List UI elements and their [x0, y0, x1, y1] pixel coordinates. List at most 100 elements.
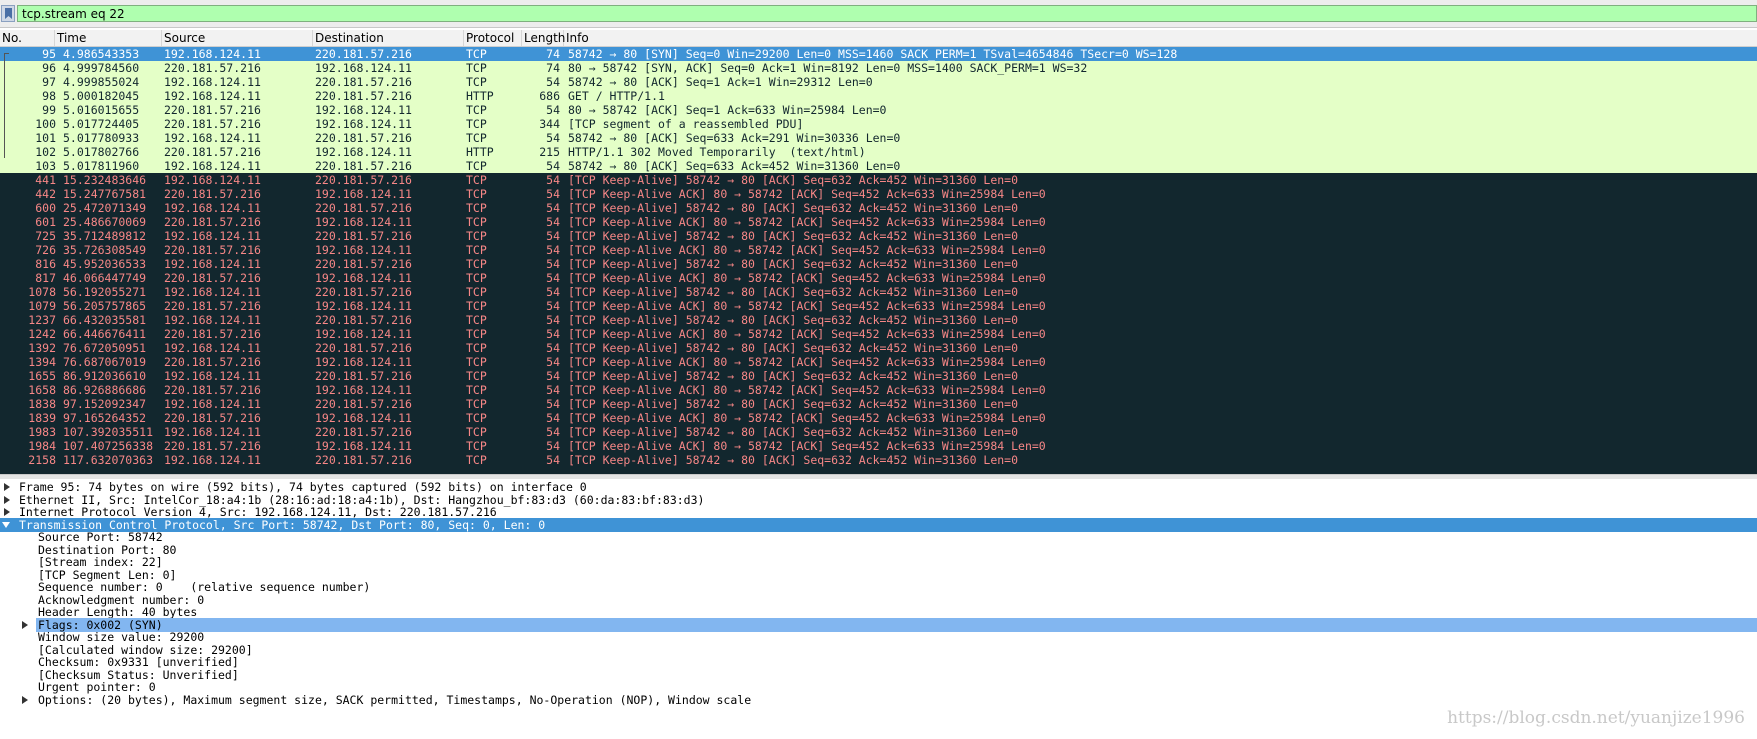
- packet-cell-proto: TCP: [466, 439, 487, 453]
- packet-cell-no: 1392: [28, 341, 56, 355]
- packet-cell-dst: 192.168.124.11: [315, 355, 412, 369]
- column-header-destination[interactable]: Destination: [313, 30, 464, 46]
- packet-cell-info: 58742 → 80 [ACK] Seq=633 Ack=291 Win=303…: [568, 131, 901, 145]
- display-filter-input[interactable]: [17, 5, 1757, 22]
- packet-row[interactable]: 1983 107.392035511 192.168.124.11 220.181.5…: [0, 425, 1757, 439]
- packet-cell-dst: 220.181.57.216: [315, 173, 412, 187]
- packet-cell-len: 54: [546, 313, 560, 327]
- packet-row[interactable]: 1392 76.672050951 192.168.124.11 220.181.57…: [0, 341, 1757, 355]
- packet-row[interactable]: 103 5.017811960 192.168.124.11 220.181.57.2…: [0, 159, 1757, 173]
- packet-cell-time: 5.017802766: [63, 145, 140, 159]
- packet-cell-info: GET / HTTP/1.1: [568, 89, 665, 103]
- packet-row[interactable]: 101 5.017780933 192.168.124.11 220.181.57.2…: [0, 131, 1757, 145]
- column-header-source[interactable]: Source: [162, 30, 313, 46]
- packet-row[interactable]: 600 25.472071349 192.168.124.11 220.181.57.…: [0, 201, 1757, 215]
- packet-row[interactable]: 1394 76.687067019 220.181.57.216 192.168.12…: [0, 355, 1757, 369]
- packet-row[interactable]: 1984 107.407256338 220.181.57.216 192.168.1…: [0, 439, 1757, 453]
- packet-cell-no: 99: [42, 103, 56, 117]
- packet-cell-dst: 192.168.124.11: [315, 103, 412, 117]
- packet-cell-proto: TCP: [466, 271, 487, 285]
- packet-row[interactable]: 102 5.017802766 220.181.57.216 192.168.124.…: [0, 145, 1757, 159]
- packet-cell-no: 98: [42, 89, 56, 103]
- packet-cell-len: 74: [546, 61, 560, 75]
- expand-arrow-icon[interactable]: [4, 508, 10, 516]
- detail-tree-item[interactable]: Options: (20 bytes), Maximum segment siz…: [0, 693, 1757, 707]
- packet-cell-time: 4.999855024: [63, 75, 140, 89]
- packet-cell-proto: TCP: [466, 201, 487, 215]
- packet-row[interactable]: 817 46.066447749 220.181.57.216 192.168.124…: [0, 271, 1757, 285]
- packet-row[interactable]: 100 5.017724405 220.181.57.216 192.168.124.…: [0, 117, 1757, 131]
- expand-arrow-icon[interactable]: [22, 620, 28, 629]
- packet-row[interactable]: 1655 86.912036610 192.168.124.11 220.181.57…: [0, 369, 1757, 383]
- column-header-info[interactable]: Info: [564, 30, 1757, 46]
- packet-cell-len: 54: [546, 355, 560, 369]
- packet-cell-dst: 220.181.57.216: [315, 201, 412, 215]
- packet-cell-no: 1983: [28, 425, 56, 439]
- packet-row[interactable]: 97 4.999855024 192.168.124.11 220.181.57.21…: [0, 75, 1757, 89]
- packet-cell-dst: 192.168.124.11: [315, 411, 412, 425]
- packet-row[interactable]: 1078 56.192055271 192.168.124.11 220.181.57…: [0, 285, 1757, 299]
- packet-cell-dst: 220.181.57.216: [315, 89, 412, 103]
- packet-cell-src: 192.168.124.11: [164, 285, 261, 299]
- packet-details-tree[interactable]: Frame 95: 74 bytes on wire (592 bits), 7…: [0, 479, 1757, 739]
- packet-cell-dst: 192.168.124.11: [315, 215, 412, 229]
- packet-row[interactable]: 1242 66.446676411 220.181.57.216 192.168.12…: [0, 327, 1757, 341]
- packet-cell-src: 220.181.57.216: [164, 355, 261, 369]
- packet-cell-time: 117.632070363: [63, 453, 154, 467]
- packet-cell-src: 192.168.124.11: [164, 201, 261, 215]
- packet-row[interactable]: 442 15.247767581 220.181.57.216 192.168.124…: [0, 187, 1757, 201]
- packet-list[interactable]: 95 4.986543353 192.168.124.11 220.181.57.21…: [0, 47, 1757, 474]
- packet-cell-dst: 220.181.57.216: [315, 229, 412, 243]
- packet-cell-no: 102: [35, 145, 56, 159]
- column-header-length[interactable]: Length: [522, 30, 565, 46]
- packet-row[interactable]: 2158 117.632070363 192.168.124.11 220.181.5…: [0, 453, 1757, 467]
- packet-row[interactable]: 98 5.000182045 192.168.124.11 220.181.57.21…: [0, 89, 1757, 103]
- packet-row[interactable]: 816 45.952036533 192.168.124.11 220.181.57.…: [0, 257, 1757, 271]
- collapse-arrow-icon[interactable]: [2, 521, 10, 528]
- packet-row[interactable]: 725 35.712489812 192.168.124.11 220.181.57.…: [0, 229, 1757, 243]
- packet-cell-src: 192.168.124.11: [164, 131, 261, 145]
- display-filter-toolbar: [0, 0, 1757, 28]
- packet-row[interactable]: 441 15.232483646 192.168.124.11 220.181.57.…: [0, 173, 1757, 187]
- packet-cell-proto: TCP: [466, 103, 487, 117]
- packet-cell-len: 54: [546, 285, 560, 299]
- packet-row[interactable]: 1079 56.205757865 220.181.57.216 192.168.12…: [0, 299, 1757, 313]
- packet-cell-time: 25.472071349: [63, 201, 147, 215]
- packet-cell-time: 66.432035581: [63, 313, 147, 327]
- packet-cell-len: 54: [546, 397, 560, 411]
- packet-cell-info: [TCP segment of a reassembled PDU]: [568, 117, 804, 131]
- packet-row[interactable]: 95 4.986543353 192.168.124.11 220.181.57.21…: [0, 47, 1757, 61]
- packet-cell-info: 58742 → 80 [ACK] Seq=1 Ack=1 Win=29312 L…: [568, 75, 873, 89]
- packet-cell-len: 54: [546, 187, 560, 201]
- packet-cell-info: [TCP Keep-Alive] 58742 → 80 [ACK] Seq=63…: [568, 313, 1019, 327]
- packet-cell-proto: TCP: [466, 453, 487, 467]
- packet-cell-dst: 192.168.124.11: [315, 117, 412, 131]
- packet-cell-info: [TCP Keep-Alive ACK] 80 → 58742 [ACK] Se…: [568, 383, 1046, 397]
- packet-cell-src: 192.168.124.11: [164, 453, 261, 467]
- packet-row[interactable]: 96 4.999784560 220.181.57.216 192.168.124.1…: [0, 61, 1757, 75]
- packet-cell-src: 220.181.57.216: [164, 439, 261, 453]
- packet-cell-src: 192.168.124.11: [164, 313, 261, 327]
- packet-cell-src: 192.168.124.11: [164, 257, 261, 271]
- packet-row[interactable]: 1237 66.432035581 192.168.124.11 220.181.57…: [0, 313, 1757, 327]
- packet-cell-info: [TCP Keep-Alive] 58742 → 80 [ACK] Seq=63…: [568, 201, 1019, 215]
- packet-cell-dst: 220.181.57.216: [315, 131, 412, 145]
- packet-row[interactable]: 1839 97.165264352 220.181.57.216 192.168.12…: [0, 411, 1757, 425]
- packet-row[interactable]: 1838 97.152092347 192.168.124.11 220.181.57…: [0, 397, 1757, 411]
- expand-arrow-icon[interactable]: [22, 695, 28, 704]
- packet-cell-src: 220.181.57.216: [164, 215, 261, 229]
- column-header-protocol[interactable]: Protocol: [464, 30, 522, 46]
- expand-arrow-icon[interactable]: [4, 483, 10, 491]
- packet-cell-no: 817: [35, 271, 56, 285]
- bookmark-icon[interactable]: [1, 5, 15, 22]
- column-header-time[interactable]: Time: [55, 30, 162, 46]
- packet-row[interactable]: 601 25.486670069 220.181.57.216 192.168.124…: [0, 215, 1757, 229]
- packet-cell-proto: TCP: [466, 243, 487, 257]
- packet-cell-src: 220.181.57.216: [164, 271, 261, 285]
- column-header-no[interactable]: No.: [0, 30, 55, 46]
- packet-row[interactable]: 99 5.016015655 220.181.57.216 192.168.124.1…: [0, 103, 1757, 117]
- packet-row[interactable]: 726 35.726308549 220.181.57.216 192.168.124…: [0, 243, 1757, 257]
- packet-row[interactable]: 1658 86.926886686 220.181.57.216 192.168.12…: [0, 383, 1757, 397]
- expand-arrow-icon[interactable]: [4, 495, 10, 504]
- packet-cell-proto: TCP: [466, 159, 487, 173]
